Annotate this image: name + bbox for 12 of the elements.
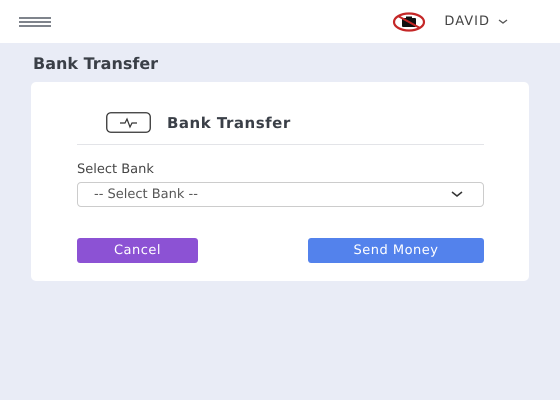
send-money-button[interactable]: Send Money: [308, 238, 484, 263]
chevron-down-icon: [498, 18, 508, 24]
activity-icon: [106, 112, 151, 133]
no-camera-icon: [392, 12, 426, 32]
page-title: Bank Transfer: [32, 53, 160, 75]
user-menu[interactable]: DAVID: [444, 14, 508, 29]
menu-icon[interactable]: [19, 16, 51, 26]
bank-select[interactable]: -- Select Bank --: [77, 182, 484, 207]
card-title: Bank Transfer: [167, 114, 291, 132]
field-label: Select Bank: [77, 162, 155, 177]
chevron-down-icon: [451, 191, 463, 198]
cancel-button[interactable]: Cancel: [77, 238, 198, 263]
